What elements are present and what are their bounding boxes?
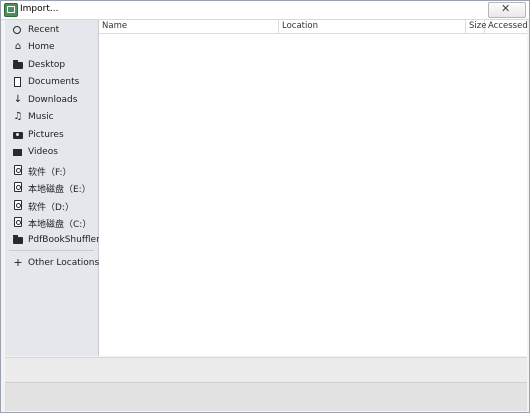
sidebar-item-label: Home	[28, 42, 55, 52]
video-icon	[13, 149, 22, 156]
sidebar-item-pdfbookshuffler[interactable]: PdfBookShuffler	[5, 232, 100, 249]
document-icon	[14, 77, 21, 87]
sidebar-item-drive-f[interactable]: 软件（F:）	[5, 162, 98, 179]
drive-icon	[14, 217, 22, 227]
action-bar	[5, 382, 527, 411]
plus-icon: +	[13, 256, 23, 269]
sidebar-item-label: Recent	[28, 25, 60, 35]
drive-icon	[14, 182, 22, 192]
sidebar-item-label: Music	[28, 112, 54, 122]
column-header-size[interactable]: Size	[466, 20, 487, 33]
sidebar-item-label: 软件（D:）	[28, 203, 74, 213]
sidebar-item-label: Desktop	[28, 60, 66, 70]
sidebar-item-label: 本地磁盘（C:）	[28, 220, 92, 230]
column-header-location[interactable]: Location	[279, 20, 466, 33]
sidebar-item-downloads[interactable]: ↓ Downloads	[5, 92, 98, 109]
download-arrow-icon: ↓	[13, 94, 23, 105]
clock-icon	[13, 26, 21, 34]
window-title: Import...	[20, 4, 59, 14]
drive-icon	[14, 200, 22, 210]
folder-icon	[13, 60, 23, 69]
column-header-accessed[interactable]: Accessed	[485, 20, 528, 33]
drive-icon	[14, 165, 22, 175]
import-dialog: Import... ✕ Recent ⌂ Home Desktop Docume…	[0, 0, 530, 413]
column-header-label: Accessed	[488, 21, 528, 31]
sidebar-item-recent[interactable]: Recent	[5, 22, 98, 39]
places-sidebar: Recent ⌂ Home Desktop Documents ↓ Downlo…	[5, 20, 100, 356]
filter-bar	[5, 357, 527, 382]
sidebar-item-label: Pictures	[28, 130, 64, 140]
sidebar-separator	[9, 250, 94, 251]
title-bar[interactable]: Import... ✕	[1, 1, 529, 20]
sidebar-item-home[interactable]: ⌂ Home	[5, 39, 98, 56]
sidebar-item-documents[interactable]: Documents	[5, 74, 98, 91]
sidebar-item-pictures[interactable]: Pictures	[5, 127, 98, 144]
column-header-label: Location	[282, 21, 318, 31]
column-header-name[interactable]: Name	[99, 20, 279, 33]
sidebar-item-drive-d[interactable]: 软件（D:）	[5, 197, 98, 214]
sidebar-item-music[interactable]: ♫ Music	[5, 109, 98, 126]
column-header-label: Size	[469, 21, 487, 31]
sidebar-item-desktop[interactable]: Desktop	[5, 57, 98, 74]
home-icon: ⌂	[14, 41, 22, 52]
camera-icon	[13, 132, 23, 139]
column-headers: Name Location Size Accessed	[99, 20, 528, 34]
sidebar-item-label: PdfBookShuffler	[28, 235, 100, 245]
sidebar-item-label: Downloads	[28, 95, 78, 105]
app-icon	[4, 3, 18, 17]
sidebar-item-label: 软件（F:）	[28, 168, 72, 178]
sidebar-item-label: Other Locations	[28, 258, 100, 268]
close-icon: ✕	[501, 2, 511, 15]
sidebar-item-label: 本地磁盘（E:）	[28, 185, 91, 195]
sidebar-item-videos[interactable]: Videos	[5, 144, 98, 161]
sidebar-item-other-locations[interactable]: + Other Locations	[5, 255, 100, 272]
close-button[interactable]: ✕	[488, 2, 526, 18]
sidebar-item-drive-c[interactable]: 本地磁盘（C:）	[5, 214, 98, 231]
music-note-icon: ♫	[13, 111, 23, 122]
sidebar-item-label: Videos	[28, 147, 58, 157]
folder-icon	[13, 235, 23, 244]
sidebar-item-drive-e[interactable]: 本地磁盘（E:）	[5, 179, 98, 196]
file-list[interactable]: Name Location Size Accessed	[99, 20, 528, 356]
sidebar-item-label: Documents	[28, 77, 80, 87]
column-header-label: Name	[102, 21, 128, 31]
